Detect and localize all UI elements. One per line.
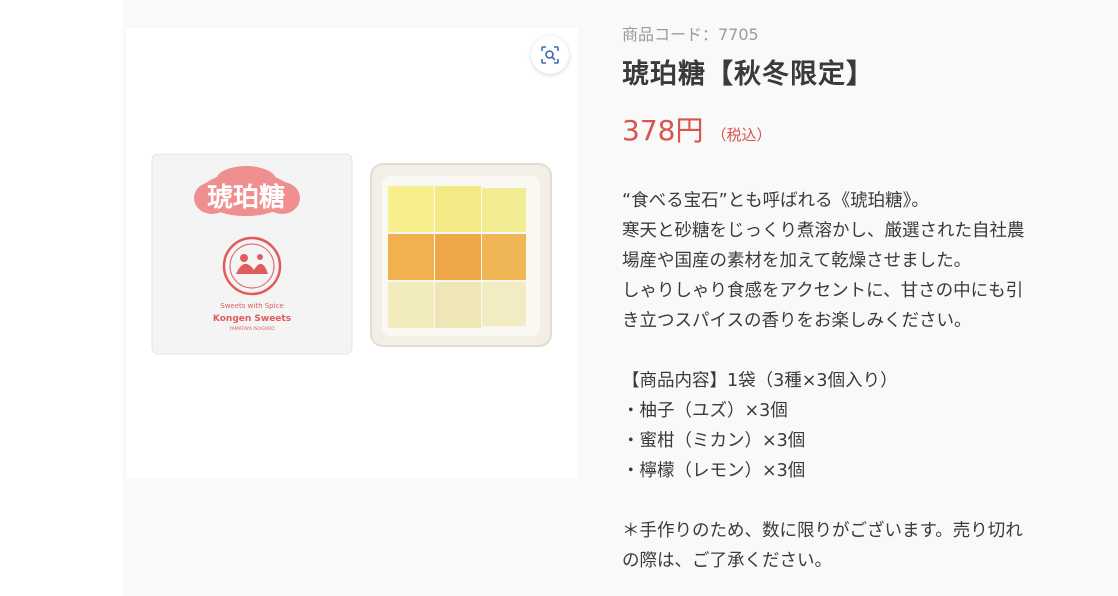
price-row: 378円 （税込） xyxy=(622,114,1082,148)
product-description: “食べる宝石”とも呼ばれる《琥珀糖》。 寒天と砂糖をじっくり煮溶かし、厳選された… xyxy=(622,186,1082,576)
product-image[interactable]: 琥珀糖 Sweets with Spice Kongen Sweets YAMA… xyxy=(126,28,578,478)
package-sub: YAMATAYA ISOGORO xyxy=(228,326,275,332)
zoom-button[interactable] xyxy=(531,36,569,74)
candy-mikan xyxy=(388,234,434,280)
description-line: しゃりしゃり食感をアクセントに、甘さの中にも引 xyxy=(622,281,1024,301)
product-gallery: 琥珀糖 Sweets with Spice Kongen Sweets YAMA… xyxy=(126,28,578,478)
product-info: 商品コード：7705 琥珀糖【秋冬限定】 378円 （税込） “食べる宝石”とも… xyxy=(622,22,1082,576)
zoom-scan-icon xyxy=(541,46,559,64)
description-line: “食べる宝石”とも呼ばれる《琥珀糖》。 xyxy=(622,191,929,211)
contents-line: ・柚子（ユズ）×3個 xyxy=(622,401,788,421)
candy-mikan xyxy=(482,234,526,280)
candy-mikan xyxy=(435,234,481,280)
description-line: 場産や国産の素材を加えて乾燥させました。 xyxy=(622,251,972,271)
package-title: 琥珀糖 xyxy=(207,182,285,213)
contents-line: ・檸檬（レモン）×3個 xyxy=(622,461,806,481)
product-price: 378円 xyxy=(622,114,704,147)
candy-yuzu xyxy=(388,186,434,232)
description-line: き立つスパイスの香りをお楽しみください。 xyxy=(622,311,972,331)
candy-lemon xyxy=(435,282,481,328)
candy-lemon xyxy=(388,282,434,328)
tax-label: （税込） xyxy=(711,126,772,144)
product-title: 琥珀糖【秋冬限定】 xyxy=(622,59,874,90)
contents-line: 【商品内容】1袋（3種×3個入り） xyxy=(622,371,898,391)
product-code: 商品コード：7705 xyxy=(622,25,759,44)
candy-yuzu xyxy=(482,188,526,232)
candy-yuzu xyxy=(435,186,481,232)
note-line: ＊手作りのため、数に限りがございます。売り切れ xyxy=(622,521,1023,541)
package-tagline: Sweets with Spice xyxy=(220,302,283,310)
note-line: の際は、ご了承ください。 xyxy=(622,551,832,571)
candy-lemon xyxy=(482,282,526,326)
description-line: 寒天と砂糖をじっくり煮溶かし、厳選された自社農 xyxy=(622,221,1025,241)
contents-line: ・蜜柑（ミカン）×3個 xyxy=(622,431,806,451)
package-brand: Kongen Sweets xyxy=(213,314,291,324)
